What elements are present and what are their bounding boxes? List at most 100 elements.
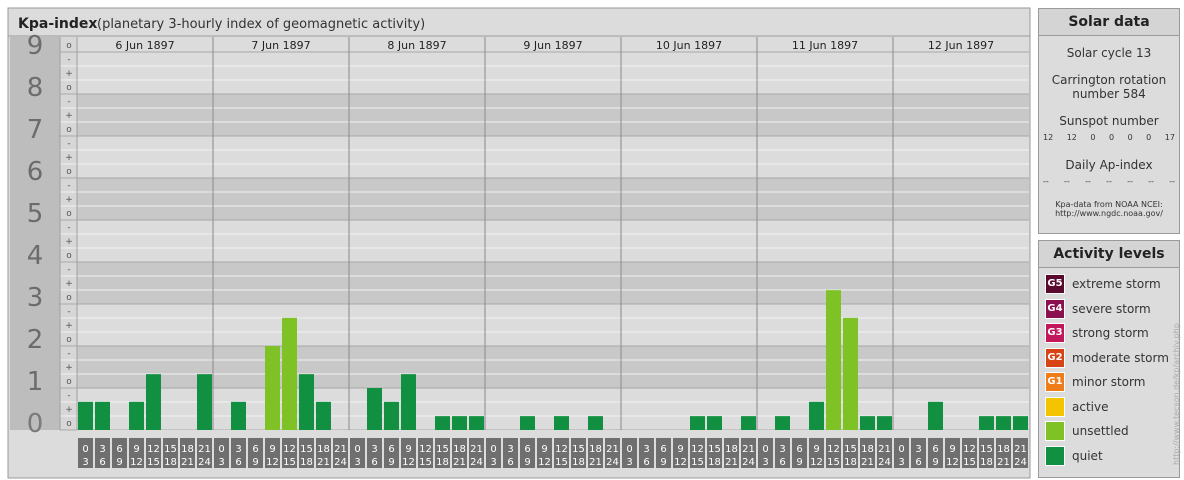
interval-label: 24 [1014, 457, 1027, 468]
interval-label: 6 [779, 457, 785, 468]
day-label: 11 Jun 1897 [792, 39, 858, 52]
interval-label: 3 [898, 457, 904, 468]
ap-value: -- [1085, 177, 1091, 186]
y-sub-tick: + [65, 363, 73, 373]
interval-label: 21 [725, 457, 738, 468]
interval-label: 9 [541, 444, 547, 455]
kp-bar [367, 388, 382, 430]
kp-band [77, 178, 1029, 220]
chart-subtitle: (planetary 3-hourly index of geomagnetic… [97, 17, 425, 32]
kp-bar [129, 401, 144, 430]
y-sub-tick: + [65, 279, 73, 289]
interval-label: 24 [470, 457, 483, 468]
y-sub-tick: o [66, 251, 72, 261]
interval-label: 21 [1014, 444, 1027, 455]
kp-bar [826, 290, 841, 430]
legend-item: G4 severe storm [1045, 298, 1151, 319]
kp-band [77, 220, 1029, 262]
y-sub-tick: - [67, 349, 70, 359]
interval-label: 6 [235, 457, 241, 468]
sunspot-value: 0 [1127, 133, 1133, 142]
interval-label: 21 [181, 457, 194, 468]
interval-label: 24 [334, 457, 347, 468]
kp-bar [877, 416, 892, 430]
kp-bar [588, 416, 603, 430]
y-sub-tick: + [65, 321, 73, 331]
y-tick-label: 8 [27, 73, 44, 103]
interval-label: 21 [861, 457, 874, 468]
kp-band [77, 262, 1029, 304]
kp-band [77, 52, 1029, 94]
legend-item: unsettled [1045, 421, 1129, 441]
interval-label: 6 [99, 457, 105, 468]
interval-label: 6 [371, 457, 377, 468]
activity-levels-heading: Activity levels [1039, 241, 1179, 268]
legend-item: quiet [1045, 445, 1103, 466]
sunspot-value: 12 [1043, 133, 1054, 142]
interval-label: 0 [626, 444, 632, 455]
interval-label: 3 [643, 444, 649, 455]
kp-bar [299, 374, 314, 430]
kp-bar [146, 374, 161, 430]
interval-label: 3 [354, 457, 360, 468]
interval-label: 6 [388, 444, 394, 455]
interval-label: 0 [354, 444, 360, 455]
interval-label: 9 [796, 457, 802, 468]
interval-label: 6 [643, 457, 649, 468]
interval-label: 15 [827, 457, 840, 468]
interval-label: 18 [436, 457, 449, 468]
y-sub-tick: + [65, 405, 73, 415]
kp-bar [843, 317, 858, 430]
interval-label: 21 [198, 444, 211, 455]
day-label: 9 Jun 1897 [523, 39, 582, 52]
interval-label: 18 [300, 457, 313, 468]
credit-link[interactable]: http://www.tecson.de/kp/archiv.php [1172, 235, 1181, 465]
interval-label: 24 [742, 457, 755, 468]
interval-label: 21 [878, 444, 891, 455]
interval-label: 18 [861, 444, 874, 455]
interval-label: 9 [660, 457, 666, 468]
y-sub-tick: o [66, 209, 72, 219]
y-sub-tick: + [65, 195, 73, 205]
kp-bar [282, 317, 297, 430]
kp-bar [316, 401, 331, 430]
chart-title: Kpa-index [18, 16, 97, 32]
legend-item: active [1045, 396, 1108, 417]
ap-value: -- [1106, 177, 1112, 186]
legend-item: G2 moderate storm [1045, 347, 1169, 368]
y-sub-tick: - [67, 97, 70, 107]
interval-label: 18 [181, 444, 194, 455]
legend-label: quiet [1072, 448, 1103, 463]
y-sub-tick: o [66, 377, 72, 387]
legend-label: moderate storm [1072, 350, 1169, 365]
source-link[interactable]: http://www.ngdc.noaa.gov/ [1039, 209, 1179, 218]
y-sub-tick: + [65, 237, 73, 247]
interval-label: 9 [116, 457, 122, 468]
interval-label: 3 [235, 444, 241, 455]
y-tick-label: 0 [27, 409, 44, 439]
interval-label: 12 [419, 444, 432, 455]
interval-label: 21 [317, 457, 330, 468]
interval-label: 9 [949, 444, 955, 455]
y-sub-tick: o [66, 335, 72, 345]
y-sub-tick: o [66, 83, 72, 93]
activity-levels-panel: Activity levels G5 extreme storm G4 severe … [1038, 240, 1180, 478]
legend-label: strong storm [1072, 326, 1149, 340]
interval-label: 12 [827, 444, 840, 455]
interval-label: 3 [82, 457, 88, 468]
legend-swatch: G5 [1045, 274, 1065, 294]
legend-label: unsettled [1072, 424, 1129, 438]
interval-label: 18 [453, 444, 466, 455]
kp-bar [435, 416, 450, 430]
interval-label: 9 [524, 457, 530, 468]
interval-label: 12 [946, 457, 959, 468]
interval-label: 18 [589, 444, 602, 455]
ap-value: -- [1169, 177, 1175, 186]
sunspot-label: Sunspot number [1059, 114, 1159, 128]
y-tick-label: 3 [27, 283, 44, 313]
interval-label: 3 [99, 444, 105, 455]
interval-label: 3 [507, 444, 513, 455]
interval-label: 18 [572, 457, 585, 468]
interval-label: 21 [997, 457, 1010, 468]
ap-value: -- [1127, 177, 1133, 186]
